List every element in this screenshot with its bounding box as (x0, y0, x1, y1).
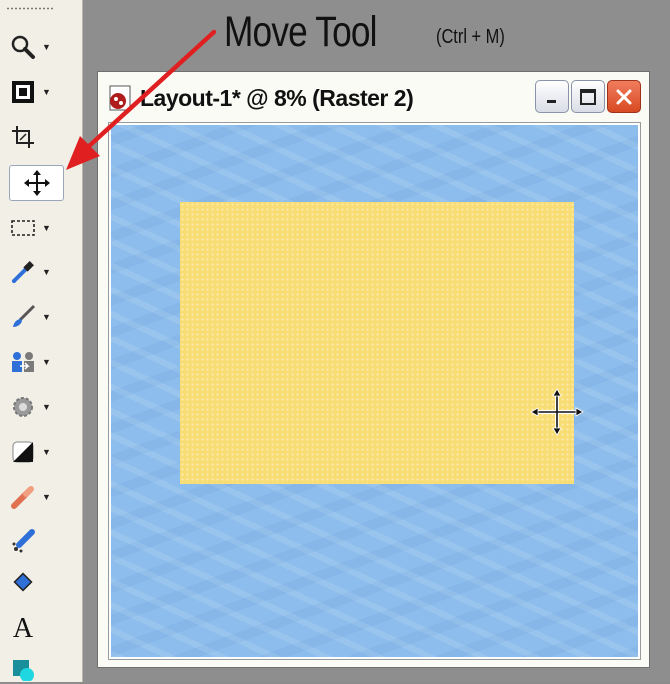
tube-icon (8, 527, 38, 557)
clone-tool[interactable]: ▼ (8, 346, 66, 378)
canvas-frame (108, 122, 641, 660)
chevron-down-icon[interactable]: ▼ (42, 267, 51, 277)
move-tool[interactable] (9, 165, 64, 201)
document-title: Layout-1* @ 8% (Raster 2) (140, 84, 414, 111)
document-icon[interactable] (106, 83, 136, 113)
move-tool-callout: Move Tool (Ctrl + M) (224, 8, 505, 57)
close-button[interactable] (607, 80, 641, 113)
maximize-icon (580, 88, 596, 105)
document-titlebar[interactable]: Layout-1* @ 8% (Raster 2) (104, 78, 643, 118)
chevron-down-icon[interactable]: ▼ (42, 402, 51, 412)
chevron-down-icon[interactable]: ▼ (42, 223, 51, 233)
maximize-button[interactable] (571, 80, 605, 113)
picture-tube-tool[interactable] (8, 526, 66, 558)
fill-tool[interactable] (8, 567, 66, 599)
minimize-icon (547, 99, 556, 103)
crop-icon (8, 122, 38, 152)
raster-layer-rectangle[interactable] (180, 202, 574, 484)
chevron-down-icon[interactable]: ▼ (42, 312, 51, 322)
chevron-down-icon[interactable]: ▼ (42, 447, 51, 457)
move-cursor-icon (530, 387, 584, 437)
text-icon: A (12, 613, 34, 644)
close-icon (616, 89, 632, 104)
view-tool[interactable]: ▼ (8, 76, 66, 108)
selection-tool[interactable]: ▼ (8, 212, 66, 244)
eraser-tool[interactable]: ▼ (8, 481, 66, 513)
crop-tool[interactable] (8, 121, 66, 153)
chevron-down-icon[interactable]: ▼ (42, 87, 51, 97)
callout-title: Move Tool (224, 8, 378, 56)
brush-icon (8, 302, 38, 332)
callout-shortcut: (Ctrl + M) (436, 26, 505, 48)
image-canvas[interactable] (111, 125, 638, 657)
frame-icon (8, 77, 38, 107)
dropper-tool[interactable]: ▼ (8, 256, 66, 288)
move-icon (10, 168, 63, 198)
chevron-down-icon[interactable]: ▼ (42, 42, 51, 52)
palette-grip[interactable] (6, 7, 54, 10)
chevron-down-icon[interactable]: ▼ (42, 492, 51, 502)
document-window: Layout-1* @ 8% (Raster 2) (97, 71, 650, 668)
tool-palette: ▼ ▼ ▼ ▼ ▼ ▼ ▼ ▼ ▼ A (0, 0, 83, 682)
preset-shape-tool[interactable] (8, 652, 66, 684)
chevron-down-icon[interactable]: ▼ (42, 357, 51, 367)
shape-icon (8, 653, 38, 683)
clone-icon (8, 347, 38, 377)
zoom-tool[interactable]: ▼ (8, 31, 66, 63)
paint-brush-tool[interactable]: ▼ (8, 301, 66, 333)
dropper-icon (8, 257, 38, 287)
contrast-icon (8, 437, 38, 467)
scratch-remover-tool[interactable]: ▼ (8, 391, 66, 423)
marquee-icon (8, 213, 38, 243)
gear-icon (8, 392, 38, 422)
eraser-icon (8, 482, 38, 512)
magnifier-icon (8, 32, 38, 62)
dodge-tool[interactable]: ▼ (8, 436, 66, 468)
text-tool[interactable]: A (8, 613, 66, 645)
bucket-icon (8, 568, 38, 598)
minimize-button[interactable] (535, 80, 569, 113)
